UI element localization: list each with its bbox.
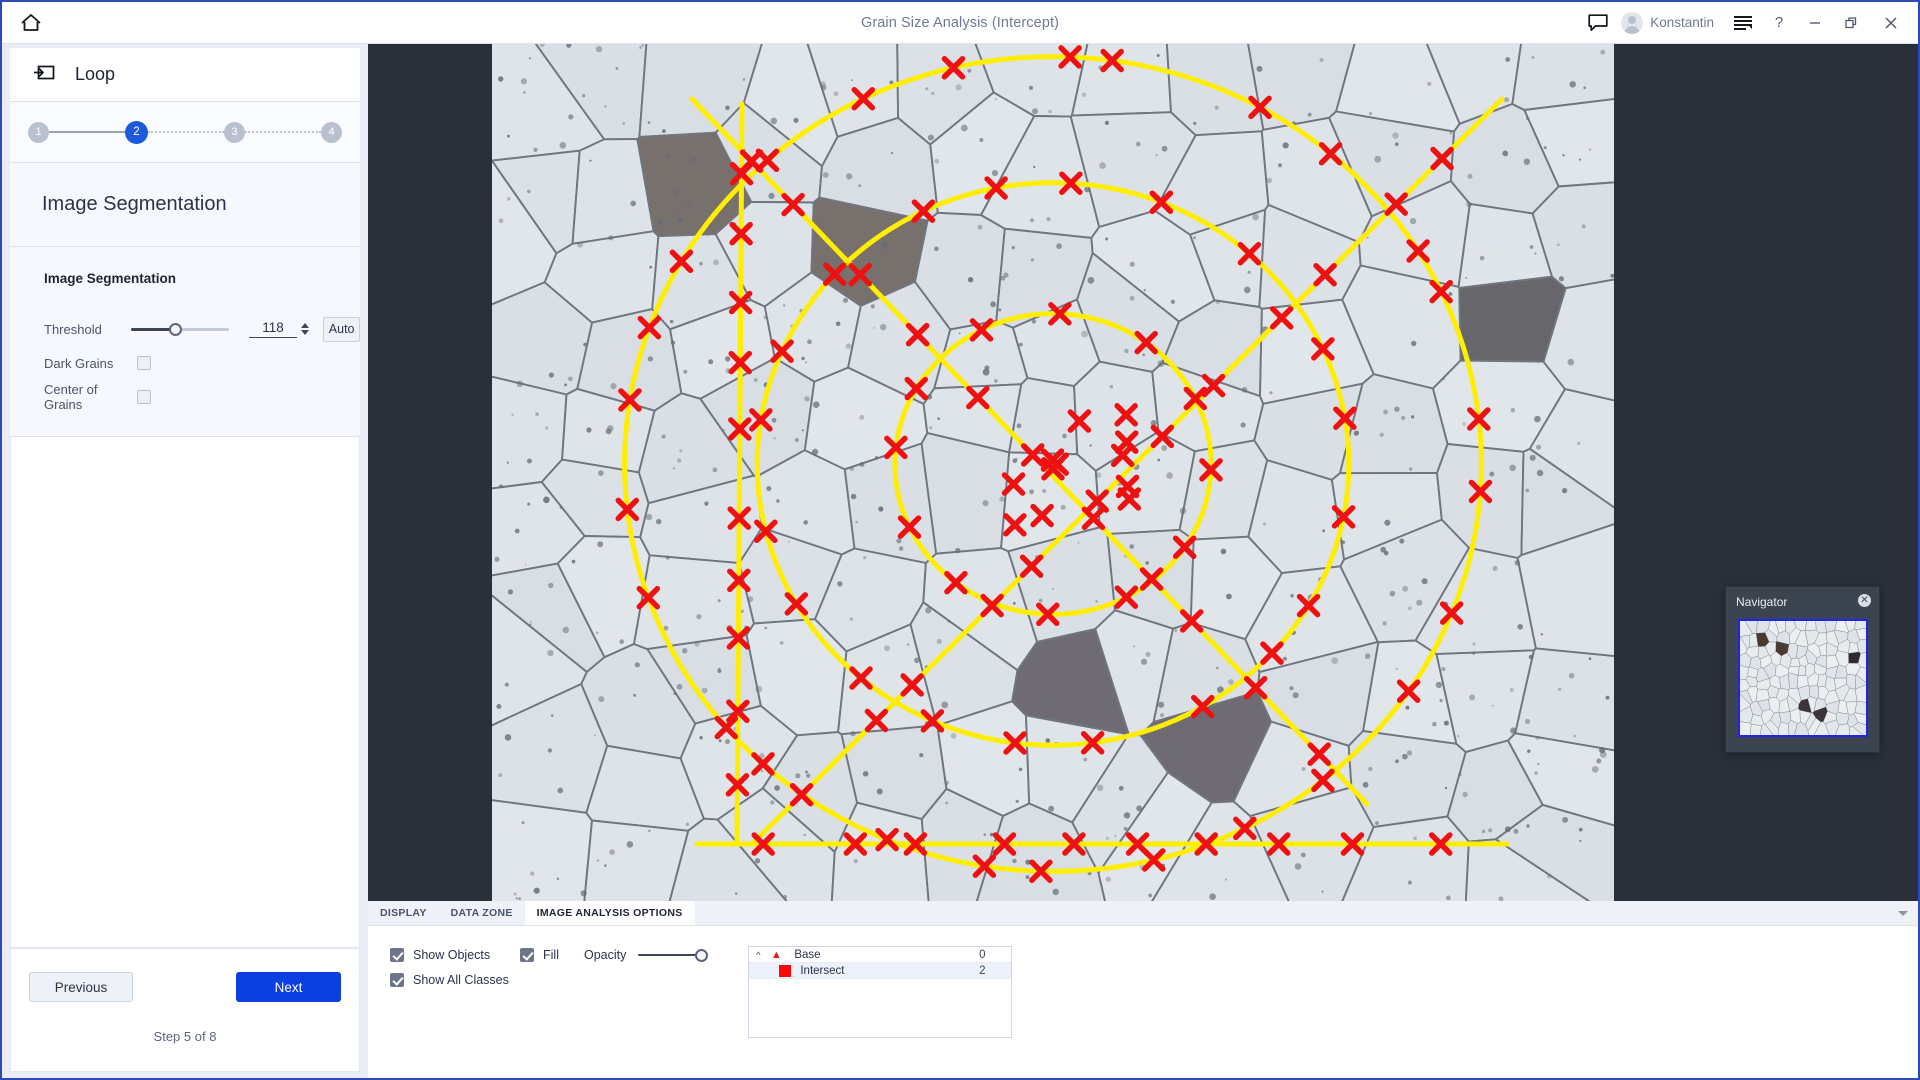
user-account[interactable]: Konstantin [1617,11,1724,34]
segmentation-controls: Image Segmentation Threshold 118 Auto Da… [10,247,360,437]
navigator-panel[interactable]: Navigator ✕ [1725,586,1880,753]
comment-icon[interactable] [1581,2,1615,44]
application-window: Grain Size Analysis (Intercept) Konstant… [0,0,1920,1080]
slider-knob[interactable] [169,322,183,336]
class-color-swatch[interactable] [779,964,792,977]
class-group-value: 0 [979,948,986,961]
hamburger-menu-icon[interactable] [1726,2,1760,44]
threshold-value[interactable]: 118 [248,320,298,338]
center-of-grains-label: Center of Grains [44,382,98,412]
fill-label: Fill [543,948,559,962]
show-all-classes-checkbox[interactable] [390,973,404,987]
opacity-knob[interactable] [695,948,709,962]
section-title-card: Image Segmentation [10,163,360,247]
step-connector-2 [148,131,224,133]
home-icon[interactable] [2,2,60,44]
step-dot-2[interactable]: 2 [125,120,148,144]
micrograph-image[interactable] [492,44,1614,901]
show-objects-checkbox[interactable] [390,948,404,962]
threshold-stepper[interactable] [301,323,310,335]
step-counter: Step 5 of 8 [153,1029,217,1044]
opacity-label: Opacity [583,948,627,962]
threshold-label: Threshold [44,321,102,337]
tab-image-analysis-options[interactable]: IMAGE ANALYSIS OPTIONS [524,901,695,925]
spinner-down-icon[interactable] [301,330,310,335]
close-button[interactable] [1870,2,1912,44]
class-list[interactable]: ^ ▲ Base 0 Intersect 2 [748,946,1013,1038]
wizard-navigation: Previous Next Step 5 of 8 [10,948,360,1072]
class-list-item-intersect[interactable]: Intersect 2 [749,963,1012,979]
fill-checkbox[interactable] [520,948,534,962]
class-name: Intersect [800,964,845,977]
show-objects-row: Show Objects [390,948,515,962]
object-options: Show Objects Show All Classes [390,946,515,987]
avatar [1621,11,1644,34]
micrograph-svg [492,44,1614,901]
sort-ascending-icon[interactable]: ▲ [767,949,785,961]
panel-body: Show Objects Show All Classes Fill Opaci… [368,926,1918,1038]
user-name: Konstantin [1650,15,1714,30]
show-all-classes-label: Show All Classes [413,973,509,987]
tab-strip: DISPLAY DATA ZONE IMAGE ANALYSIS OPTIONS [368,901,1918,926]
step-connector-3 [245,131,321,133]
step-dot-1[interactable]: 1 [28,121,49,143]
tab-data-zone[interactable]: DATA ZONE [439,901,525,925]
class-group-name: Base [794,948,821,961]
show-objects-label: Show Objects [413,948,491,962]
class-list-group-row[interactable]: ^ ▲ Base 0 [749,947,1012,963]
image-canvas[interactable]: Navigator ✕ [368,44,1918,901]
center-of-grains-row: Center of Grains [44,380,360,414]
step-connector-1 [49,131,125,133]
sidebar-spacer [10,437,360,948]
center-of-grains-checkbox[interactable] [137,390,151,404]
threshold-row: Threshold 118 Auto [44,312,360,346]
step-dot-4[interactable]: 4 [321,121,342,143]
navigator-thumbnail[interactable] [1738,619,1868,737]
bottom-panel: DISPLAY DATA ZONE IMAGE ANALYSIS OPTIONS… [368,901,1918,1078]
minimize-button[interactable] [1798,2,1832,44]
previous-button[interactable]: Previous [29,972,133,1002]
next-button[interactable]: Next [236,972,341,1002]
loop-icon [33,63,57,86]
spinner-up-icon[interactable] [301,323,310,328]
chevron-down-icon[interactable] [1898,901,1908,926]
show-all-classes-row: Show All Classes [390,973,515,987]
controls-heading: Image Segmentation [44,271,177,286]
dark-grains-label: Dark Grains [44,355,114,371]
step-indicator: 1 2 3 4 [10,102,360,163]
dark-grains-checkbox[interactable] [137,356,151,370]
title-bar-actions: Konstantin ? [1581,2,1918,44]
close-icon[interactable]: ✕ [1858,594,1871,607]
class-value: 2 [979,964,986,977]
auto-threshold-button[interactable]: Auto [323,316,360,342]
navigator-thumb-svg [1740,621,1866,735]
threshold-slider[interactable] [131,319,229,339]
navigator-title: Navigator [1736,595,1788,609]
title-bar: Grain Size Analysis (Intercept) Konstant… [2,2,1918,44]
dark-grains-row: Dark Grains [44,346,360,380]
step-dot-3[interactable]: 3 [224,121,245,143]
loop-header[interactable]: Loop [10,48,360,102]
tab-display[interactable]: DISPLAY [368,901,439,925]
opacity-slider[interactable] [638,948,709,962]
opacity-option: Opacity [583,946,709,962]
viewer: Navigator ✕ DISPLAY DATA ZONE IMAGE ANAL… [368,44,1918,1078]
loop-label: Loop [75,64,116,84]
restore-button[interactable] [1834,2,1868,44]
chevron-up-icon[interactable]: ^ [749,950,767,960]
help-button[interactable]: ? [1762,2,1796,44]
wizard-sidebar: Loop 1 2 3 4 Image Segmentation Image Se… [2,44,368,1078]
fill-option: Fill [520,946,559,962]
page-title: Image Segmentation [42,193,227,215]
